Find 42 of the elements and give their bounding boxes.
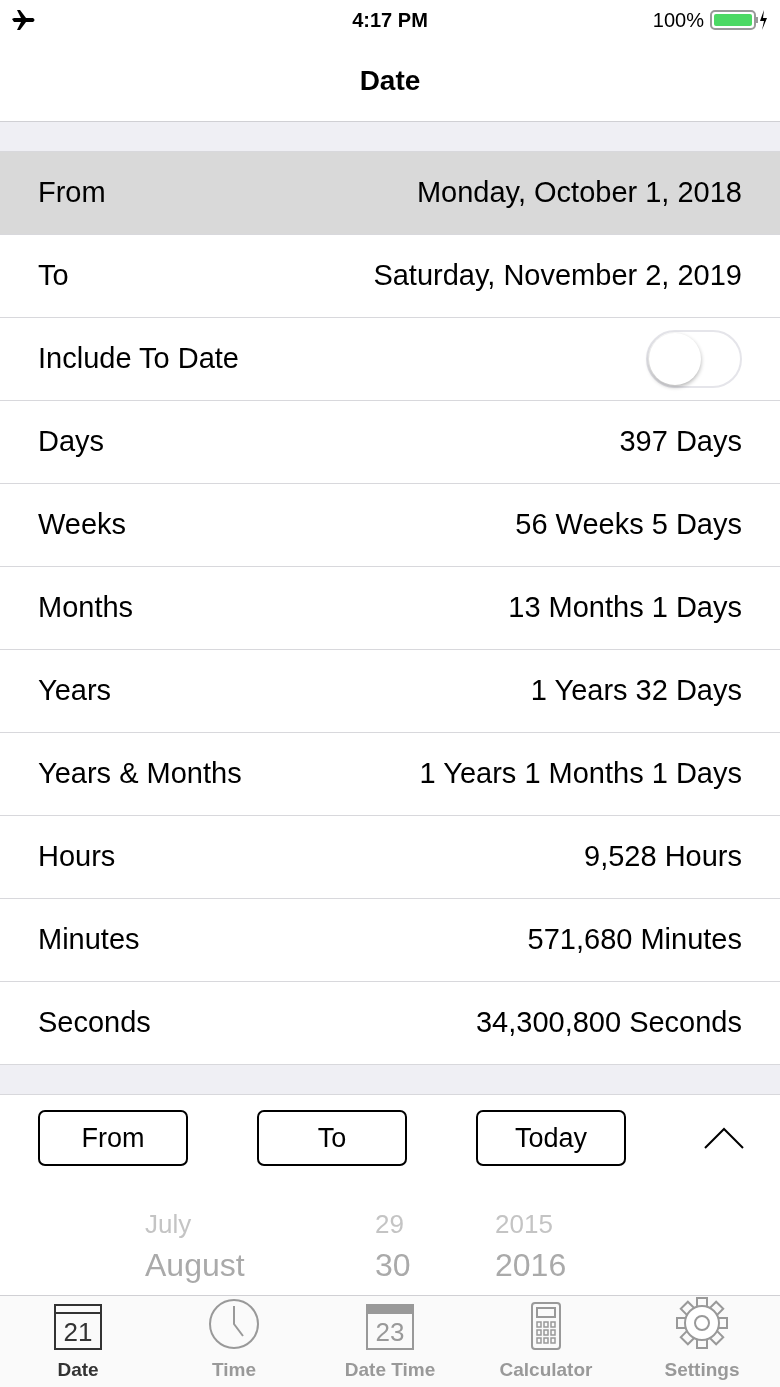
- row-label: Minutes: [38, 922, 140, 958]
- chevron-up-icon[interactable]: [704, 1127, 744, 1149]
- toggle-switch[interactable]: [646, 330, 742, 388]
- battery-percent: 100%: [652, 8, 704, 33]
- row-value: 397 Days: [619, 424, 742, 460]
- tab-label: Time: [212, 1358, 256, 1382]
- row-value: 1 Years 32 Days: [530, 673, 742, 709]
- airplane-icon: [12, 10, 36, 30]
- row-value: 13 Months 1 Days: [508, 590, 742, 626]
- row-value: 56 Weeks 5 Days: [515, 507, 742, 543]
- tab-label: Calculator: [499, 1358, 593, 1382]
- tab-label: Date: [57, 1358, 99, 1382]
- tab-item[interactable]: 21 Date: [0, 1296, 156, 1387]
- row-label: Months: [38, 590, 134, 626]
- list-row[interactable]: From Monday, October 1, 2018: [0, 152, 780, 235]
- picker-button[interactable]: To: [257, 1110, 407, 1166]
- calendar-day: 21: [63, 1319, 93, 1348]
- row-value: Monday, October 1, 2018: [416, 175, 742, 211]
- row-label: Days: [38, 424, 105, 460]
- row-label: Hours: [38, 839, 116, 875]
- row-value: 9,528 Hours: [584, 839, 742, 875]
- row-label: To: [38, 258, 69, 294]
- battery-charging-icon: [710, 9, 768, 31]
- row-label: From: [38, 175, 106, 211]
- calculator-icon: [531, 1302, 561, 1350]
- row-label: Seconds: [38, 1005, 151, 1041]
- tab-label: Date Time: [344, 1358, 436, 1382]
- row-value: 571,680 Minutes: [527, 922, 742, 958]
- status-time: 4:17 PM: [352, 8, 428, 33]
- row-value: 1 Years 1 Months 1 Days: [419, 756, 742, 792]
- nav-title: Date: [359, 63, 421, 98]
- picker-button[interactable]: From: [38, 1110, 188, 1166]
- calendar-day: 23: [375, 1319, 405, 1348]
- picker-button[interactable]: Today: [476, 1110, 626, 1166]
- tab-label: Settings: [664, 1358, 740, 1382]
- row-label: Years & Months: [38, 756, 242, 792]
- row-label: Weeks: [38, 507, 127, 543]
- clock-icon: [208, 1298, 260, 1350]
- row-value: 34,300,800 Seconds: [475, 1005, 742, 1041]
- row-label: Years: [38, 673, 112, 709]
- row-value: Saturday, November 2, 2019: [373, 258, 742, 294]
- row-label: Include To Date: [38, 341, 239, 377]
